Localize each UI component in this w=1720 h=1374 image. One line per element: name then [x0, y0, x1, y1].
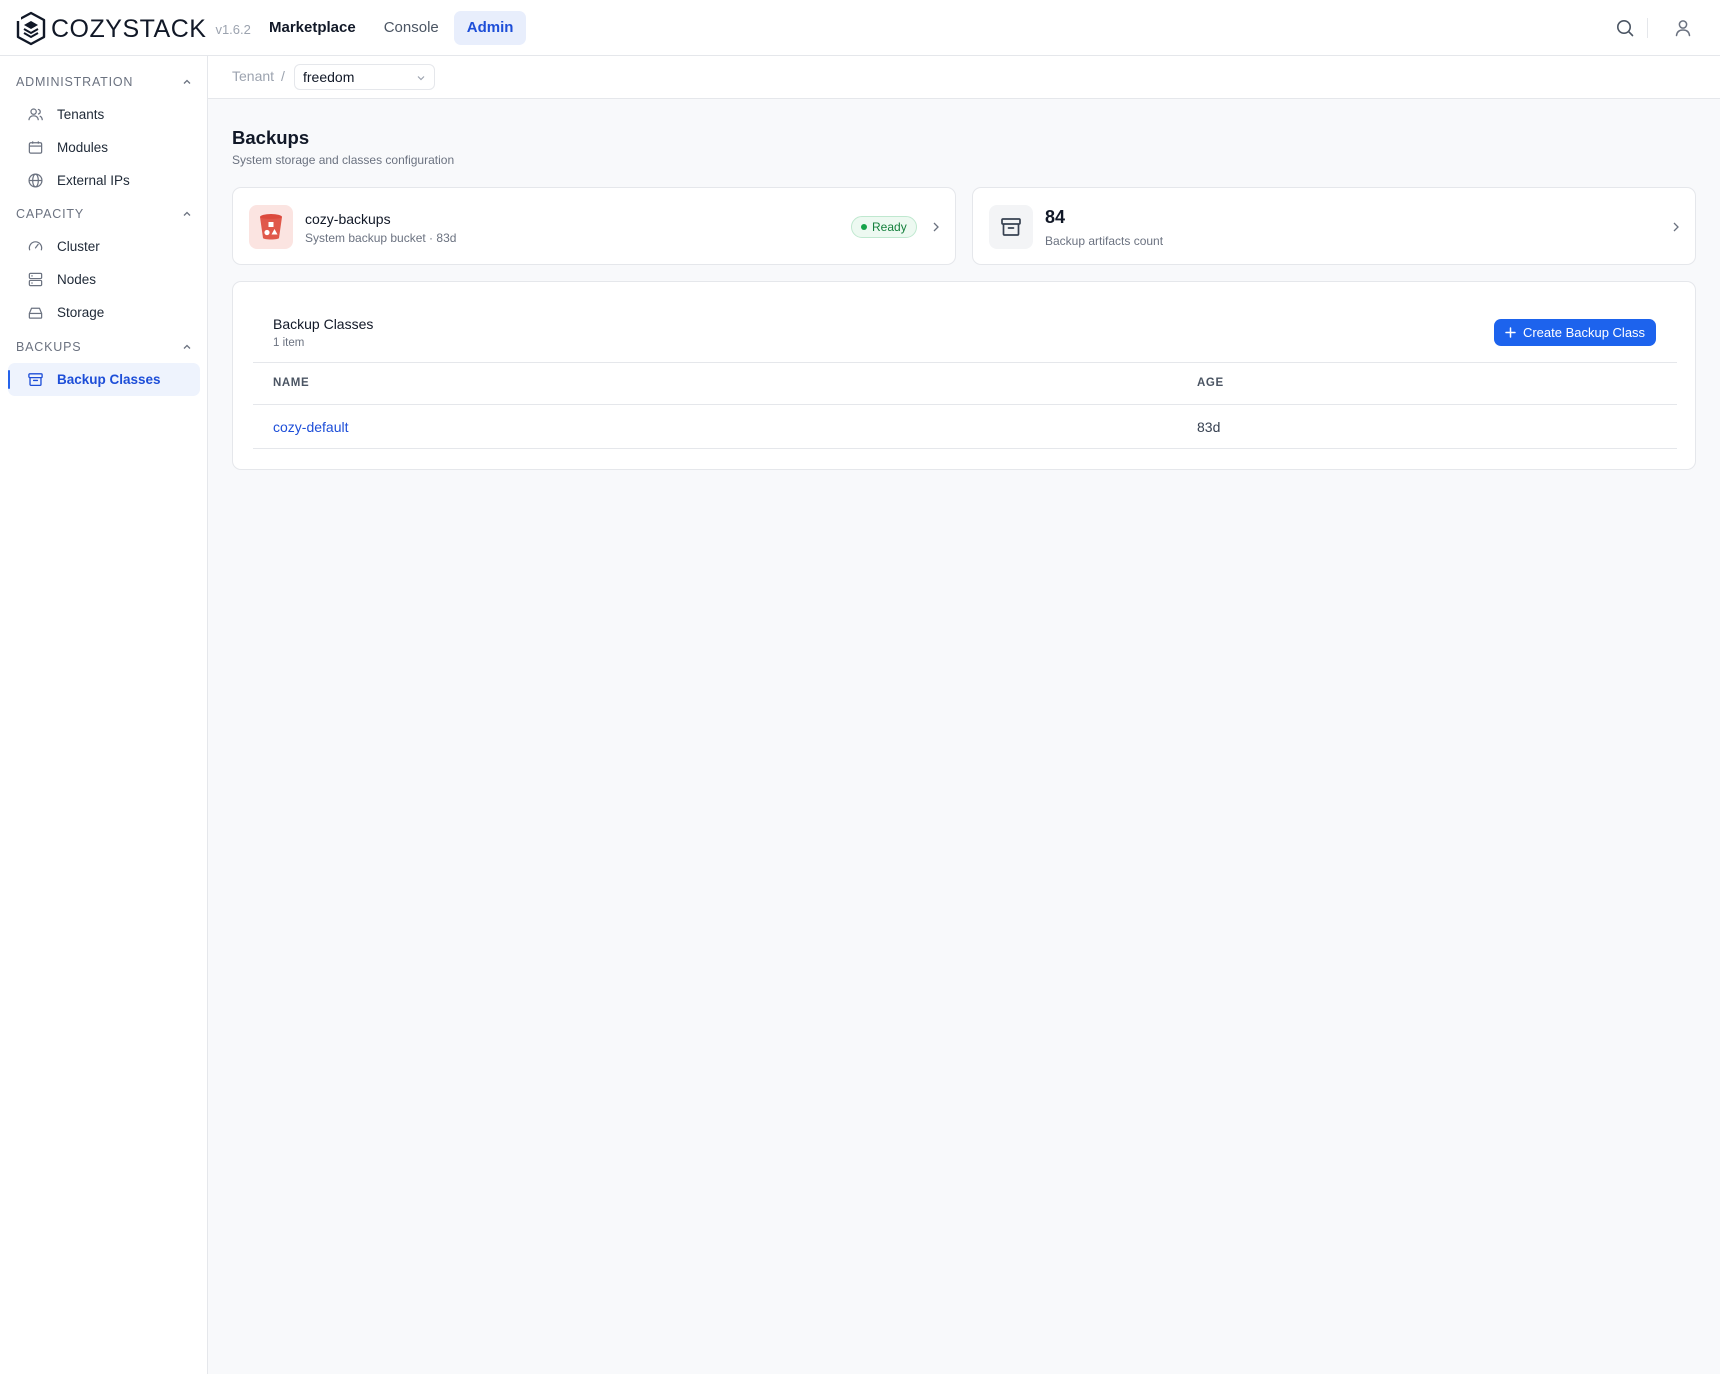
sidebar-item-backup-classes[interactable]: Backup Classes: [8, 363, 200, 396]
table-divider: [253, 448, 1677, 449]
page-title: Backups: [232, 127, 310, 148]
server-icon: [28, 272, 43, 287]
chevron-up-icon: [183, 211, 191, 216]
chevron-down-icon: [417, 76, 425, 81]
cozystack-logo-icon: [15, 11, 46, 46]
table-divider: [253, 362, 1677, 363]
artifacts-count: 84: [1045, 207, 1066, 227]
backup-classes-count: 1 item: [273, 337, 305, 349]
sidebar-section-title: ADMINISTRATION: [16, 75, 134, 89]
artifacts-label: Backup artifacts count: [1045, 234, 1164, 248]
bucket-icon: [249, 205, 293, 249]
sidebar-section-title: CAPACITY: [16, 207, 84, 221]
logo[interactable]: COZYSTACK v1.6.2: [15, 10, 251, 48]
tenant-select[interactable]: freedom: [294, 64, 435, 90]
globe-icon: [28, 173, 43, 188]
tenant-select-value: freedom: [303, 69, 355, 85]
breadcrumb: Tenant / freedom: [208, 56, 1720, 99]
bucket-subtitle: System backup bucket · 83d: [305, 231, 457, 245]
backup-classes-card: Backup Classes 1 item Create Backup Clas…: [232, 281, 1696, 470]
sidebar: ADMINISTRATION Tenants Modules External …: [0, 56, 208, 1374]
sidebar-section-administration: ADMINISTRATION Tenants Modules External …: [0, 66, 208, 197]
sidebar-item-tenants[interactable]: Tenants: [8, 98, 200, 131]
sidebar-item-label: Modules: [57, 140, 109, 155]
chevron-right-icon: [1673, 222, 1679, 232]
users-icon: [28, 108, 43, 121]
chevron-up-icon: [183, 344, 191, 349]
sidebar-item-label: Cluster: [57, 239, 100, 254]
user-icon[interactable]: [1673, 18, 1693, 38]
create-backup-class-label: Create Backup Class: [1522, 325, 1646, 340]
plus-icon: [1505, 327, 1516, 338]
chevron-right-icon: [933, 222, 939, 232]
sidebar-item-cluster[interactable]: Cluster: [8, 230, 200, 263]
breadcrumb-separator: /: [281, 68, 285, 84]
status-badge: Ready: [851, 216, 917, 238]
archive-icon: [989, 205, 1033, 249]
gauge-icon: [28, 241, 43, 251]
nav-console[interactable]: Console: [371, 11, 452, 45]
sidebar-item-modules[interactable]: Modules: [8, 131, 200, 164]
table-divider: [253, 404, 1677, 405]
app-version: v1.6.2: [215, 22, 251, 37]
column-header-age[interactable]: AGE: [1197, 377, 1224, 389]
sidebar-section-header[interactable]: CAPACITY: [0, 198, 208, 230]
backup-classes-title: Backup Classes: [273, 316, 374, 332]
sidebar-item-label: Tenants: [57, 107, 105, 122]
bucket-card[interactable]: cozy-backups System backup bucket · 83d …: [232, 187, 956, 265]
search-icon[interactable]: [1615, 18, 1635, 38]
sidebar-section-header[interactable]: BACKUPS: [0, 331, 208, 363]
top-bar: COZYSTACK v1.6.2 Marketplace Console Adm…: [0, 0, 1720, 56]
chevron-up-icon: [183, 79, 191, 84]
top-divider: [1647, 18, 1648, 38]
top-nav: Marketplace Console Admin: [256, 11, 527, 45]
breadcrumb-tenant-label[interactable]: Tenant: [232, 68, 274, 84]
status-dot-icon: [861, 224, 867, 230]
sidebar-section-header[interactable]: ADMINISTRATION: [0, 66, 208, 98]
column-header-name[interactable]: NAME: [273, 377, 309, 389]
sidebar-item-label: External IPs: [57, 173, 130, 188]
status-badge-label: Ready: [872, 220, 907, 234]
sidebar-item-nodes[interactable]: Nodes: [8, 263, 200, 296]
archive-icon: [28, 373, 43, 387]
sidebar-item-external-ips[interactable]: External IPs: [8, 164, 200, 197]
calendar-icon: [28, 141, 43, 154]
hard-drive-icon: [28, 307, 43, 319]
sidebar-item-label: Backup Classes: [57, 372, 161, 387]
sidebar-item-label: Storage: [57, 305, 105, 320]
create-backup-class-button[interactable]: Create Backup Class: [1494, 319, 1656, 346]
artifacts-card[interactable]: 84 Backup artifacts count: [972, 187, 1696, 265]
nav-marketplace[interactable]: Marketplace: [256, 11, 369, 45]
backup-class-name-link[interactable]: cozy-default: [273, 419, 348, 435]
brand-name: COZYSTACK: [51, 15, 207, 43]
sidebar-section-capacity: CAPACITY Cluster Nodes Storage: [0, 198, 208, 329]
backup-class-age: 83d: [1197, 419, 1221, 435]
page-subtitle: System storage and classes configuration: [232, 153, 455, 167]
sidebar-section-backups: BACKUPS Backup Classes: [0, 331, 208, 396]
sidebar-section-title: BACKUPS: [16, 340, 82, 354]
sidebar-item-storage[interactable]: Storage: [8, 296, 200, 329]
nav-admin[interactable]: Admin: [453, 11, 527, 45]
sidebar-item-label: Nodes: [57, 272, 97, 287]
bucket-name: cozy-backups: [305, 211, 391, 227]
